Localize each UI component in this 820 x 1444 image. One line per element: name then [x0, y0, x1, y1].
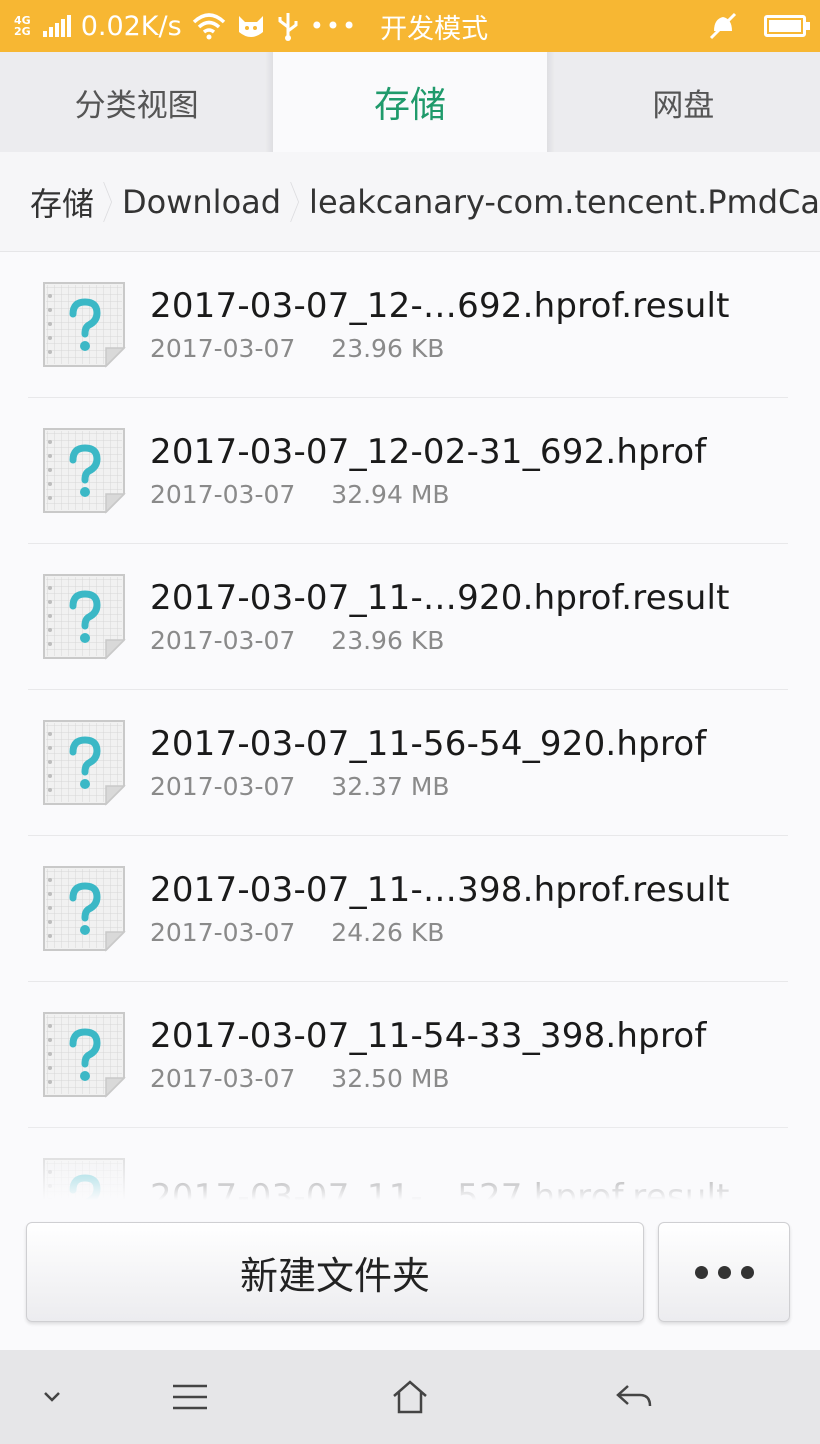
breadcrumb-download[interactable]: Download [122, 183, 281, 221]
unknown-file-icon [40, 1156, 130, 1200]
breadcrumb-leakcanary-folder[interactable]: leakcanary-com.tencent.PmdCa [309, 183, 820, 221]
file-size: 24.26 KB [331, 918, 445, 947]
cat-notification-icon [238, 16, 263, 37]
file-meta: 2017-03-07 24.26 KB [150, 918, 730, 947]
status-bar: 4G 2G 0.02K/s ••• 开发模式 [0, 0, 820, 52]
file-row[interactable]: 2017-03-07_11-…398.hprof.result 2017-03-0… [28, 836, 788, 982]
more-notifications-icon: ••• [309, 12, 359, 40]
back-icon [616, 1385, 652, 1407]
unknown-file-icon [40, 864, 130, 954]
file-meta: 2017-03-07 32.37 MB [150, 772, 707, 801]
breadcrumb-separator-icon [290, 181, 300, 222]
file-list: 2017-03-07_12-…692.hprof.result 2017-03-0… [0, 252, 820, 1200]
file-name: 2017-03-07_11-…398.hprof.result [150, 870, 730, 910]
file-meta: 2017-03-07 32.94 MB [150, 480, 707, 509]
tab-category-view[interactable]: 分类视图 [0, 52, 273, 152]
tab-storage[interactable]: 存储 [265, 52, 555, 152]
unknown-file-icon [40, 718, 130, 808]
home-button[interactable] [370, 1350, 450, 1444]
breadcrumb-separator-icon [103, 181, 113, 222]
mute-icon [709, 12, 737, 40]
file-row[interactable]: 2017-03-07_12-02-31_692.hprof 2017-03-07 3… [28, 398, 788, 544]
file-row[interactable]: 2017-03-07_11-54-33_398.hprof 2017-03-07 3… [28, 982, 788, 1128]
file-date: 2017-03-07 [150, 626, 296, 655]
breadcrumb-storage[interactable]: 存储 [0, 179, 94, 225]
new-folder-button[interactable]: 新建文件夹 [26, 1222, 644, 1322]
new-folder-label: 新建文件夹 [239, 1253, 430, 1298]
file-date: 2017-03-07 [150, 480, 296, 509]
usb-icon [278, 13, 298, 41]
file-name: 2017-03-07_11-…527.hprof.result [150, 1176, 730, 1201]
developer-mode-label: 开发模式 [380, 13, 489, 45]
more-dots-icon [694, 1265, 754, 1279]
unknown-file-icon [40, 280, 130, 370]
signal-icon [42, 15, 71, 37]
file-name: 2017-03-07_11-56-54_920.hprof [150, 724, 707, 764]
file-row[interactable]: 2017-03-07_11-…527.hprof.result [28, 1128, 788, 1200]
back-button[interactable] [594, 1350, 674, 1444]
file-row[interactable]: 2017-03-07_12-…692.hprof.result 2017-03-0… [28, 252, 788, 398]
menu-icon [173, 1384, 207, 1410]
file-meta: 2017-03-07 23.96 KB [150, 626, 730, 655]
network-speed: 0.02K/s [80, 10, 182, 42]
category-tabs: 分类视图 存储 网盘 [0, 52, 820, 152]
network-type-indicator: 4G 2G [14, 15, 31, 37]
wifi-icon [192, 13, 225, 40]
unknown-file-icon [40, 1010, 130, 1100]
action-bar: 新建文件夹 [0, 1200, 820, 1350]
file-size: 23.96 KB [331, 626, 445, 655]
chevron-down-icon [44, 1392, 60, 1402]
hide-nav-button[interactable] [20, 1350, 84, 1444]
network-type-bottom: 2G [14, 25, 31, 38]
file-date: 2017-03-07 [150, 918, 296, 947]
file-name: 2017-03-07_11-54-33_398.hprof [150, 1016, 707, 1056]
more-button[interactable] [658, 1222, 790, 1322]
file-size: 32.94 MB [331, 480, 450, 509]
file-date: 2017-03-07 [150, 334, 296, 363]
unknown-file-icon [40, 572, 130, 662]
breadcrumb: 存储 Download leakcanary-com.tencent.PmdCa [0, 152, 820, 252]
file-size: 32.50 MB [331, 1064, 450, 1093]
file-row[interactable]: 2017-03-07_11-56-54_920.hprof 2017-03-07 3… [28, 690, 788, 836]
file-name: 2017-03-07_12-02-31_692.hprof [150, 432, 707, 472]
file-size: 32.37 MB [331, 772, 450, 801]
battery-icon [764, 15, 810, 37]
file-date: 2017-03-07 [150, 1064, 296, 1093]
menu-button[interactable] [150, 1350, 230, 1444]
tab-cloud-drive[interactable]: 网盘 [547, 52, 820, 152]
home-icon [393, 1380, 427, 1414]
file-meta: 2017-03-07 32.50 MB [150, 1064, 707, 1093]
file-name: 2017-03-07_11-…920.hprof.result [150, 578, 730, 618]
file-date: 2017-03-07 [150, 772, 296, 801]
file-meta: 2017-03-07 23.96 KB [150, 334, 730, 363]
file-name: 2017-03-07_12-…692.hprof.result [150, 286, 730, 326]
file-row[interactable]: 2017-03-07_11-…920.hprof.result 2017-03-0… [28, 544, 788, 690]
file-size: 23.96 KB [331, 334, 445, 363]
navigation-bar [0, 1350, 820, 1444]
unknown-file-icon [40, 426, 130, 516]
